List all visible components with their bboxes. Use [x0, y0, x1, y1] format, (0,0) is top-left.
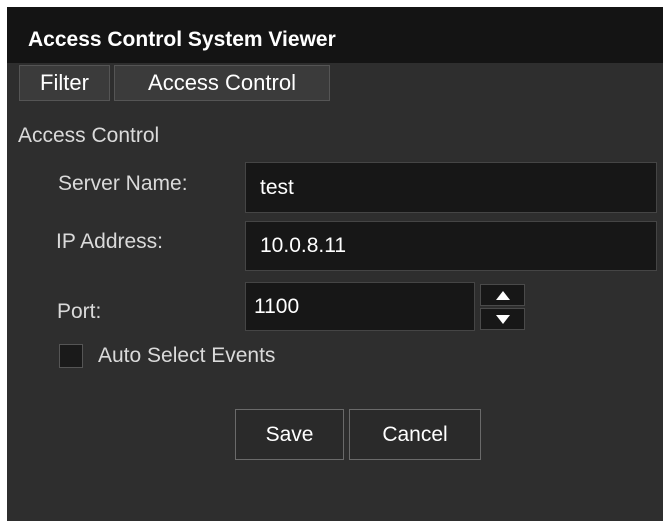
triangle-up-icon [496, 291, 510, 300]
window-title: Access Control System Viewer [28, 28, 336, 51]
tab-filter[interactable]: Filter [19, 65, 110, 101]
port-increment-button[interactable] [480, 284, 525, 306]
port-input[interactable] [245, 282, 475, 331]
title-bar: Access Control System Viewer [7, 7, 663, 63]
save-button[interactable]: Save [235, 409, 344, 460]
section-heading: Access Control [18, 124, 160, 147]
tab-access-control[interactable]: Access Control [114, 65, 330, 101]
port-label: Port: [57, 300, 102, 323]
access-control-window: Access Control System Viewer Filter Acce… [7, 7, 663, 521]
ip-address-input[interactable] [245, 221, 657, 271]
port-decrement-button[interactable] [480, 308, 525, 330]
port-stepper [480, 284, 525, 330]
triangle-down-icon [496, 315, 510, 324]
auto-select-events-label[interactable]: Auto Select Events [98, 343, 275, 369]
auto-select-events-checkbox[interactable] [59, 344, 83, 368]
server-name-input[interactable] [245, 162, 657, 213]
server-name-label: Server Name: [58, 172, 188, 195]
ip-address-label: IP Address: [56, 230, 164, 253]
cancel-button[interactable]: Cancel [349, 409, 481, 460]
